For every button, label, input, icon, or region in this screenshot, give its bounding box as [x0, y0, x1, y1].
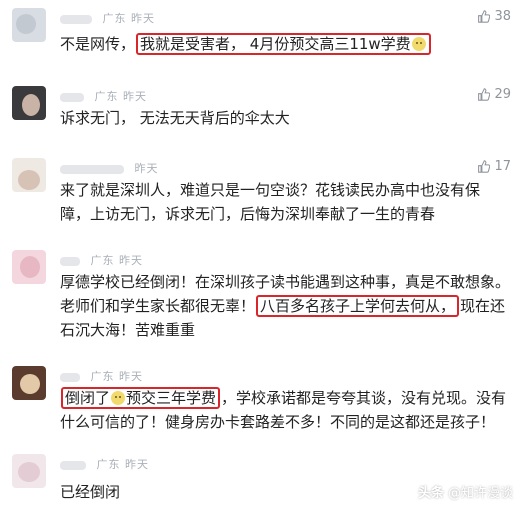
comment-time: 昨天	[119, 370, 143, 383]
avatar[interactable]	[12, 86, 46, 120]
watermark-brand: 头条	[417, 486, 444, 501]
comment-time: 昨天	[131, 12, 155, 25]
comment-time: 昨天	[123, 90, 147, 103]
comment-text: 倒闭了 预交三年学费 ，学校承诺都是夸夸其谈，没有兑现。没有什么可信的了！健身房办卡…	[60, 386, 510, 434]
highlight-text: 预交三年学费	[126, 389, 217, 407]
emoji-icon	[411, 37, 426, 51]
comment-meta: 广东 昨天	[60, 252, 143, 268]
watermark: 头条 @知许漫谈	[418, 482, 513, 501]
username-blurred	[60, 164, 124, 174]
avatar[interactable]	[12, 158, 46, 192]
comment-highlight: 我就是受害者， 4月份预交高三11w学费	[136, 33, 431, 55]
like-count: 17	[494, 159, 511, 174]
thumbs-up-icon	[478, 10, 491, 23]
username-blurred	[60, 256, 80, 266]
avatar[interactable]	[12, 366, 46, 400]
avatar[interactable]	[12, 454, 46, 488]
thumbs-up-icon	[478, 160, 491, 173]
comment-meta: 广东 昨天	[60, 456, 149, 472]
comment-meta: 广东 昨天	[60, 10, 155, 26]
comment-text-segment: 不是网传，	[60, 35, 136, 53]
comment-location: 广东	[90, 254, 115, 267]
comment-meta: 广东 昨天	[60, 88, 147, 104]
emoji-icon	[111, 391, 126, 405]
comment-text: 来了就是深圳人，难道只是一句空谈？花钱读民办高中也没有保障，上访无门，诉求无门，…	[60, 178, 480, 226]
username-blurred	[60, 92, 84, 102]
comment-text-segment: 诉求无门， 无法无天背后的伞太大	[60, 109, 290, 127]
comment-text: 诉求无门， 无法无天背后的伞太大	[60, 106, 510, 130]
comment-location: 广东	[102, 12, 127, 25]
comment-highlight: 八百多名孩子上学何去何从，	[256, 295, 460, 317]
comment-text-segment: 来了就是深圳人，难道只是一句空谈？花钱读民办高中也没有保障，上访无门，诉求无门，…	[60, 181, 481, 223]
highlight-text: 我就是受害者， 4月份预交高三11w学费	[140, 35, 411, 53]
comment-highlight: 倒闭了 预交三年学费	[61, 387, 221, 409]
highlight-text: 倒闭了	[65, 389, 111, 407]
like-button[interactable]: 38	[477, 9, 511, 24]
like-button[interactable]: 17	[477, 159, 511, 174]
comment-time: 昨天	[125, 458, 149, 471]
avatar[interactable]	[12, 250, 46, 284]
comment-text: 不是网传， 我就是受害者， 4月份预交高三11w学费	[60, 32, 510, 56]
comment-meta: 广东 昨天	[60, 368, 143, 384]
thumbs-up-icon	[478, 88, 491, 101]
comment-time: 昨天	[134, 162, 159, 175]
comment-location: 广东	[94, 90, 119, 103]
watermark-handle: @知许漫谈	[447, 486, 513, 501]
comment-time: 昨天	[119, 254, 143, 267]
like-count: 29	[494, 87, 511, 102]
avatar[interactable]	[12, 8, 46, 42]
comment-location: 广东	[96, 458, 121, 471]
like-button[interactable]: 29	[477, 87, 511, 102]
like-count: 38	[494, 9, 511, 24]
username-blurred	[60, 460, 86, 470]
comment-text: 厚德学校已经倒闭！在深圳孩子读书能遇到这种事，真是不敢想象。老师们和学生家长都很…	[60, 270, 510, 342]
username-blurred	[60, 372, 80, 382]
comment-meta: 昨天	[60, 160, 159, 176]
username-blurred	[60, 14, 92, 24]
comment-location: 广东	[90, 370, 115, 383]
comment-text-segment: 已经倒闭	[60, 483, 121, 501]
